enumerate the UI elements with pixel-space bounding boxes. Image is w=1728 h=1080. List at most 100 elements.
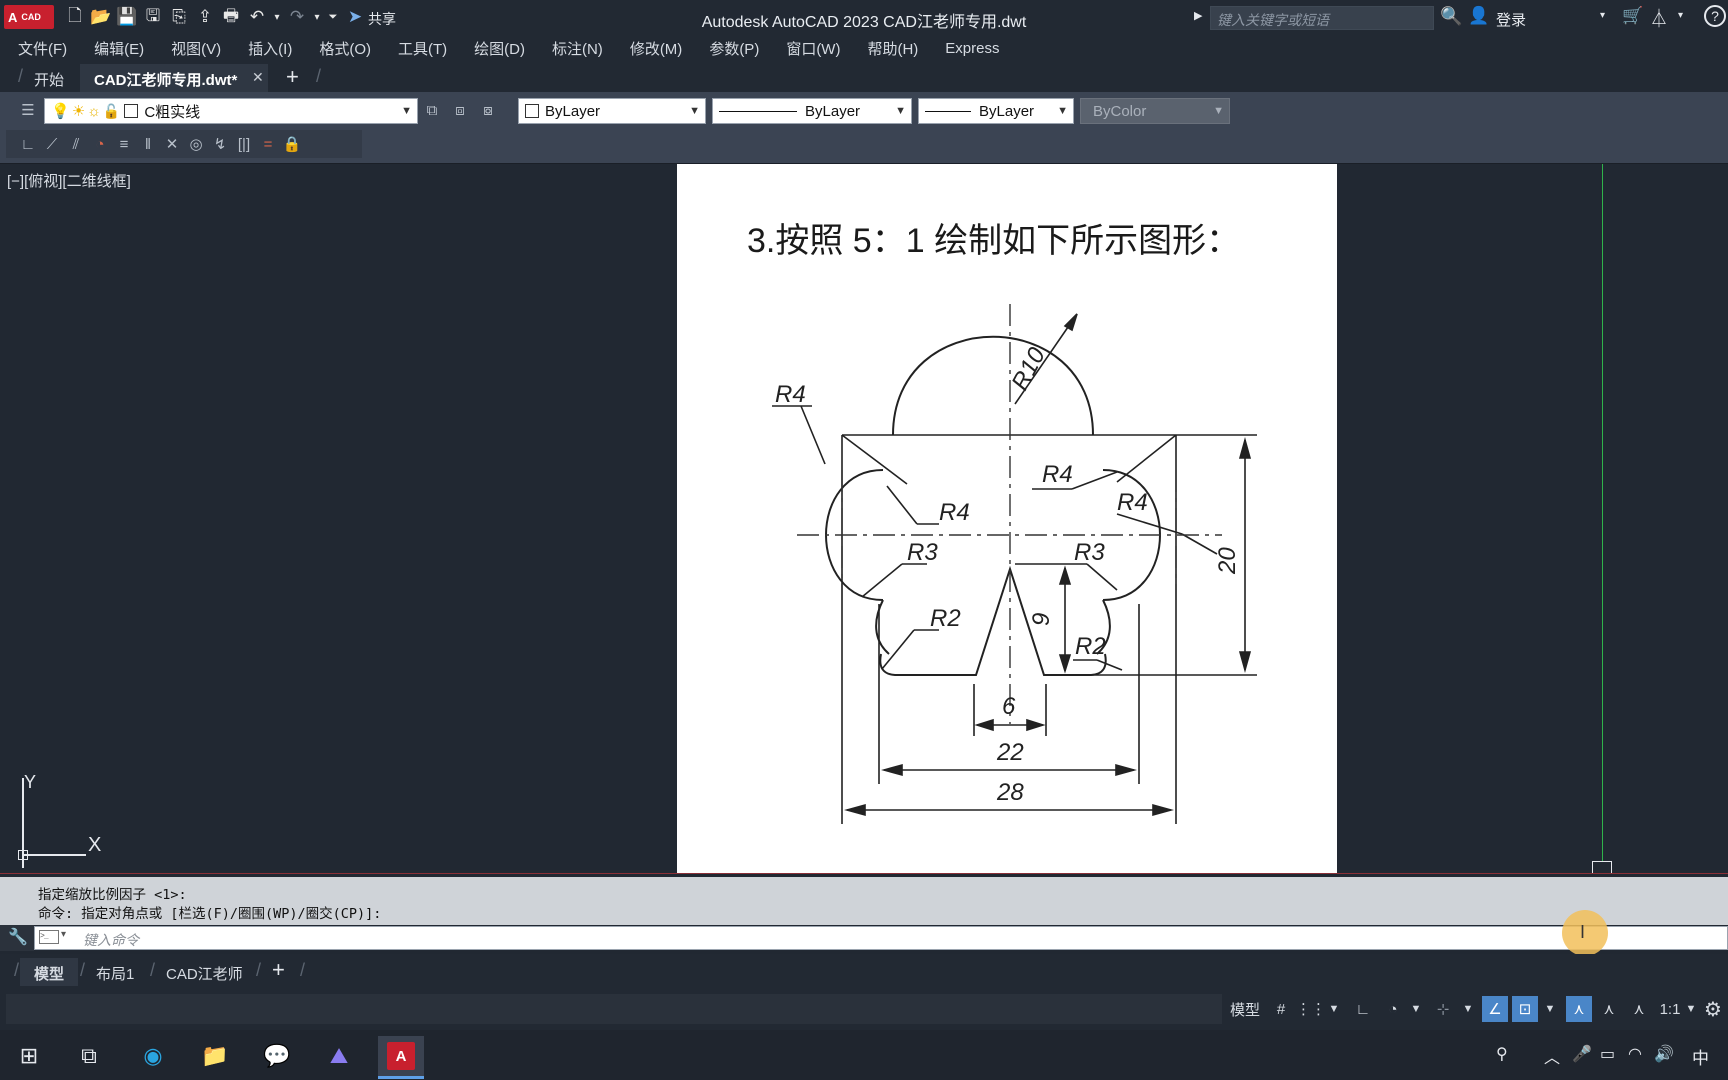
tab-layout-jiang[interactable]: CAD江老师 (152, 958, 257, 986)
color-dropdown[interactable]: ByLayer ▼ (518, 98, 706, 124)
menu-modify[interactable]: 修改(M) (630, 38, 683, 59)
file-explorer-icon[interactable]: 📁 (192, 1036, 238, 1076)
wechat-icon[interactable]: 💬 (254, 1036, 300, 1076)
task-view-icon[interactable]: ⧉ (66, 1036, 112, 1076)
menu-express[interactable]: Express (945, 40, 999, 57)
layer-dropdown[interactable]: 💡 ☀ ☼ 🔓 C粗实线 ▼ (44, 98, 418, 124)
tab-drawing[interactable]: CAD江老师专用.dwt* (80, 64, 268, 92)
save-as-icon[interactable]: 🖫 (140, 4, 166, 30)
linear-dimension-icon[interactable]: ∟ (16, 132, 40, 156)
auto-scale-icon[interactable]: ⋏ (1596, 996, 1622, 1022)
new-tab-icon[interactable]: + (286, 64, 299, 90)
menu-dimension[interactable]: 标注(N) (552, 38, 603, 59)
command-input[interactable]: >_ ▾ 键入命令 (34, 926, 1728, 950)
tab-start[interactable]: 开始 (20, 64, 78, 92)
chevron-down-icon[interactable]: ▾ (61, 929, 66, 940)
linetype-dropdown[interactable]: ByLayer ▼ (712, 98, 912, 124)
autodesk-app-icon[interactable]: ⏃ (1650, 5, 1668, 31)
redo-icon[interactable]: ↷ (284, 4, 310, 30)
show-hidden-icons[interactable]: ︿ (1544, 1044, 1560, 1068)
login-link[interactable]: 登录 (1496, 9, 1526, 30)
smooth-icon[interactable]: ↯ (208, 132, 232, 156)
symmetric-icon[interactable]: [|] (232, 132, 256, 156)
user-tray-icon[interactable]: ⚲ (1496, 1044, 1508, 1064)
share-label[interactable]: 共享 (368, 9, 396, 30)
menu-window[interactable]: 窗口(W) (786, 38, 840, 59)
model-space-button[interactable]: 模型 (1226, 996, 1264, 1022)
undo-icon[interactable]: ↶ (244, 4, 270, 30)
menu-draw[interactable]: 绘图(D) (474, 38, 525, 59)
new-layout-icon[interactable]: + (272, 957, 285, 983)
menu-format[interactable]: 格式(O) (319, 38, 371, 59)
wrench-icon[interactable]: 🔧 (8, 927, 28, 947)
export-icon[interactable]: ⇪ (192, 4, 218, 30)
vertical-icon[interactable]: ‖ (136, 132, 160, 156)
make-current-layer-icon[interactable]: ⧉ (420, 98, 444, 122)
save-icon[interactable]: 💾 (114, 4, 140, 30)
menu-insert[interactable]: 插入(I) (248, 38, 292, 59)
open-icon[interactable]: 📂 (88, 4, 114, 30)
object-snap-icon[interactable]: ⊡ (1512, 996, 1538, 1022)
volume-icon[interactable]: 🔊 (1654, 1044, 1674, 1064)
cart-icon[interactable]: 🛒 (1622, 6, 1643, 26)
undo-dropdown-icon[interactable]: ▾ (270, 4, 284, 30)
help-icon[interactable]: ? (1704, 5, 1726, 27)
tangent-icon[interactable]: ◔ (88, 132, 112, 156)
menu-help[interactable]: 帮助(H) (867, 38, 918, 59)
perpendicular-icon[interactable]: ✕ (160, 132, 184, 156)
annotation-visibility-icon[interactable]: ⋏ (1566, 996, 1592, 1022)
plot-icon[interactable]: 🖶 (218, 4, 244, 30)
chevron-down-icon[interactable]: ▼ (1326, 996, 1342, 1022)
search-icon[interactable]: 🔍 (1440, 6, 1462, 27)
viewport-controls[interactable]: [−][俯视][二维线框] (7, 170, 131, 191)
annotation-scale-icon[interactable]: ⋏ (1626, 996, 1652, 1022)
grid-icon[interactable]: # (1268, 996, 1294, 1022)
user-icon[interactable]: 👤 (1468, 6, 1489, 26)
tab-close-icon[interactable]: ✕ (252, 69, 264, 86)
layer-properties-icon[interactable]: ☰ (16, 98, 40, 122)
object-snap-tracking-icon[interactable]: ∠ (1482, 996, 1508, 1022)
chevron-down-icon[interactable]: ▼ (1684, 996, 1698, 1022)
chevron-down-icon[interactable]: ▼ (1408, 996, 1424, 1022)
menu-parametric[interactable]: 参数(P) (709, 38, 759, 59)
scale-value[interactable]: 1:1 (1656, 996, 1684, 1022)
menu-view[interactable]: 视图(V) (171, 38, 221, 59)
fix-lock-icon[interactable]: 🔒 (280, 132, 304, 156)
input-method-indicator[interactable]: 中 (1692, 1044, 1709, 1069)
redo-dropdown-icon[interactable]: ▾ (310, 4, 324, 30)
snap-icon[interactable]: ⋮⋮ (1296, 996, 1326, 1022)
autocad-taskbar-icon[interactable]: A (378, 1036, 424, 1076)
collinear-icon[interactable]: ≡ (112, 132, 136, 156)
autocad-logo[interactable]: A CAD (4, 5, 54, 29)
command-prompt-icon[interactable]: >_ (39, 930, 59, 944)
isodraft-icon[interactable]: ⊹ (1430, 996, 1456, 1022)
wifi-icon[interactable]: ◠ (1628, 1044, 1642, 1064)
polar-icon[interactable]: ◔ (1380, 996, 1406, 1022)
chevron-down-icon[interactable]: ▼ (1460, 996, 1476, 1022)
lineweight-dropdown[interactable]: ByLayer ▼ (918, 98, 1074, 124)
menu-tools[interactable]: 工具(T) (398, 38, 447, 59)
battery-icon[interactable]: ▭ (1600, 1044, 1615, 1064)
drawing-canvas[interactable]: [−][俯视][二维线框] 3.按照 5：1 绘制如下所示图形： R10 R4 … (0, 164, 1728, 876)
search-input[interactable]: 键入关键字或短语 (1210, 6, 1434, 30)
tab-layout1[interactable]: 布局1 (82, 958, 148, 986)
customize-qat-icon[interactable]: ⏷ (324, 4, 342, 30)
parallel-icon[interactable]: ⫽ (64, 132, 88, 156)
ortho-icon[interactable]: ∟ (1350, 996, 1376, 1022)
layer-previous-icon[interactable]: ⧇ (476, 98, 500, 122)
import-icon[interactable]: ⎘ (166, 4, 192, 30)
menu-file[interactable]: 文件(F) (18, 38, 67, 59)
microphone-icon[interactable]: 🎤 (1572, 1044, 1592, 1064)
equal-icon[interactable]: = (256, 132, 280, 156)
windows-start-icon[interactable]: ⊞ (6, 1036, 52, 1076)
new-icon[interactable]: 🗋 (62, 4, 88, 30)
concentric-icon[interactable]: ◎ (184, 132, 208, 156)
tab-model[interactable]: 模型 (20, 958, 79, 986)
app-dropdown-icon[interactable]: ▾ (1678, 10, 1683, 21)
photos-app-icon[interactable]: ⛰ (316, 1036, 362, 1076)
aligned-dimension-icon[interactable]: ⟋ (40, 132, 64, 156)
edge-browser-icon[interactable]: ◉ (130, 1036, 176, 1076)
login-dropdown-icon[interactable]: ▾ (1600, 10, 1605, 21)
share-icon[interactable]: ➤ (342, 4, 368, 30)
gear-icon[interactable]: ⚙ (1700, 996, 1726, 1022)
